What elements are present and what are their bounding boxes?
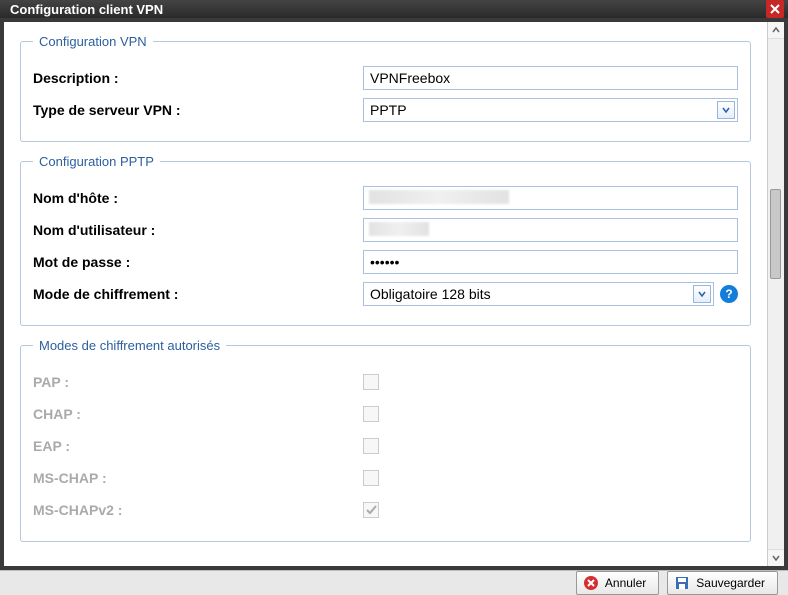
group-pptp-legend: Configuration PPTP bbox=[33, 154, 160, 169]
scroll-thumb[interactable] bbox=[770, 189, 781, 279]
vpn-config-window: Configuration client VPN Configuration V… bbox=[0, 0, 788, 594]
chevron-down-icon bbox=[717, 101, 735, 119]
password-input[interactable] bbox=[363, 250, 738, 274]
password-label: Mot de passe : bbox=[33, 254, 363, 270]
group-vpn-config: Configuration VPN Description : Type de … bbox=[20, 34, 751, 142]
scroll-down-arrow[interactable] bbox=[768, 549, 784, 566]
server-type-label: Type de serveur VPN : bbox=[33, 102, 363, 118]
group-enc-modes: Modes de chiffrement autorisés PAP : CHA… bbox=[20, 338, 751, 542]
host-label: Nom d'hôte : bbox=[33, 190, 363, 206]
save-icon bbox=[674, 575, 690, 591]
mschapv2-label: MS-CHAPv2 : bbox=[33, 502, 363, 518]
description-input[interactable] bbox=[363, 66, 738, 90]
window-title: Configuration client VPN bbox=[10, 2, 163, 17]
group-vpn-legend: Configuration VPN bbox=[33, 34, 153, 49]
eap-checkbox bbox=[363, 438, 379, 454]
scroll-track[interactable] bbox=[768, 39, 784, 549]
mschap-label: MS-CHAP : bbox=[33, 470, 363, 486]
chap-checkbox bbox=[363, 406, 379, 422]
user-label: Nom d'utilisateur : bbox=[33, 222, 363, 238]
cancel-label: Annuler bbox=[605, 576, 646, 590]
server-type-value: PPTP bbox=[370, 102, 407, 118]
titlebar[interactable]: Configuration client VPN bbox=[0, 0, 788, 18]
close-button[interactable] bbox=[766, 0, 784, 18]
save-label: Sauvegarder bbox=[696, 576, 765, 590]
enc-mode-label: Mode de chiffrement : bbox=[33, 286, 363, 302]
vertical-scrollbar[interactable] bbox=[767, 22, 784, 566]
chap-label: CHAP : bbox=[33, 406, 363, 422]
pap-label: PAP : bbox=[33, 374, 363, 390]
enc-mode-select[interactable]: Obligatoire 128 bits bbox=[363, 282, 714, 306]
mschap-checkbox bbox=[363, 470, 379, 486]
pap-checkbox bbox=[363, 374, 379, 390]
group-pptp-config: Configuration PPTP Nom d'hôte : Nom d'ut… bbox=[20, 154, 751, 326]
mschapv2-checkbox bbox=[363, 502, 379, 518]
chevron-down-icon bbox=[693, 285, 711, 303]
cancel-icon bbox=[583, 575, 599, 591]
eap-label: EAP : bbox=[33, 438, 363, 454]
help-icon[interactable]: ? bbox=[720, 285, 738, 303]
group-enc-modes-legend: Modes de chiffrement autorisés bbox=[33, 338, 226, 353]
enc-mode-value: Obligatoire 128 bits bbox=[370, 286, 491, 302]
dialog-footer: Annuler Sauvegarder bbox=[0, 570, 788, 595]
cancel-button[interactable]: Annuler bbox=[576, 571, 659, 595]
scroll-up-arrow[interactable] bbox=[768, 22, 784, 39]
server-type-select[interactable]: PPTP bbox=[363, 98, 738, 122]
dialog-content: Configuration VPN Description : Type de … bbox=[4, 22, 767, 566]
close-icon bbox=[770, 2, 780, 17]
save-button[interactable]: Sauvegarder bbox=[667, 571, 778, 595]
description-label: Description : bbox=[33, 70, 363, 86]
